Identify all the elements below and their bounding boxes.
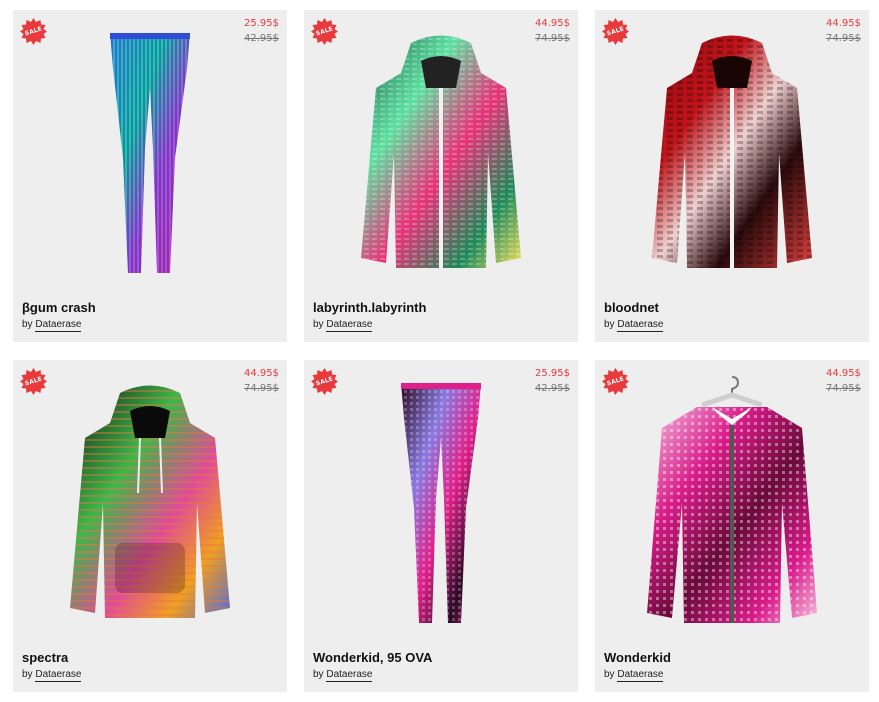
leggings-icon (110, 32, 190, 273)
sale-badge: SALE (311, 368, 338, 395)
sale-price: 25.95$ (244, 18, 279, 29)
original-price: 74.95$ (826, 383, 861, 394)
sale-price: 44.95$ (826, 18, 861, 29)
price-block: 25.95$ 42.95$ (244, 16, 279, 46)
price-block: 25.95$ 42.95$ (535, 366, 570, 396)
product-image[interactable] (595, 370, 869, 635)
product-grid: SALE 25.95$ 42.95$ βgum crash by Dataera… (13, 10, 869, 692)
product-card[interactable]: SALE 25.95$ 42.95$ Wonderkid, 95 OVA by … (304, 360, 578, 692)
product-image[interactable] (304, 20, 578, 285)
product-title[interactable]: spectra (22, 650, 68, 665)
sale-badge: SALE (20, 368, 47, 395)
product-card[interactable]: SALE 44.95$ 74.95$ bloodnet by Dataerase (595, 10, 869, 342)
product-byline: by Dataerase (22, 319, 82, 332)
product-card[interactable]: SALE 44.95$ 74.95$ Wonderkid by Dataeras… (595, 360, 869, 692)
product-card[interactable]: SALE 25.95$ 42.95$ βgum crash by Dataera… (13, 10, 287, 342)
byline-prefix: by (313, 669, 324, 680)
price-block: 44.95$ 74.95$ (826, 366, 861, 396)
sale-price: 44.95$ (244, 368, 279, 379)
product-image[interactable] (13, 370, 287, 635)
product-image[interactable] (304, 370, 578, 635)
product-card[interactable]: SALE 44.95$ 74.95$ spectra by Dataerase (13, 360, 287, 692)
original-price: 74.95$ (535, 33, 570, 44)
byline-prefix: by (22, 319, 33, 330)
hanger-icon (731, 375, 740, 395)
bomber-jacket-icon (647, 375, 817, 623)
author-link[interactable]: Dataerase (35, 669, 82, 682)
price-block: 44.95$ 74.95$ (535, 16, 570, 46)
sale-badge: SALE (602, 18, 629, 45)
product-byline: by Dataerase (604, 669, 664, 682)
byline-prefix: by (604, 319, 615, 330)
zip-hoodie-icon (652, 35, 812, 268)
price-block: 44.95$ 74.95$ (826, 16, 861, 46)
sale-price: 44.95$ (535, 18, 570, 29)
sale-badge: SALE (311, 18, 338, 45)
original-price: 42.95$ (244, 33, 279, 44)
zip-hoodie-icon (361, 35, 521, 268)
sale-price: 25.95$ (535, 368, 570, 379)
leggings-icon (401, 382, 481, 623)
author-link[interactable]: Dataerase (35, 319, 82, 332)
product-title[interactable]: labyrinth.labyrinth (313, 300, 426, 315)
author-link[interactable]: Dataerase (617, 669, 664, 682)
product-byline: by Dataerase (313, 319, 373, 332)
pullover-hoodie-icon (70, 385, 230, 618)
byline-prefix: by (604, 669, 615, 680)
product-title[interactable]: Wonderkid, 95 OVA (313, 650, 432, 665)
product-byline: by Dataerase (313, 669, 373, 682)
sale-badge: SALE (20, 18, 47, 45)
sale-price: 44.95$ (826, 368, 861, 379)
product-title[interactable]: bloodnet (604, 300, 659, 315)
product-byline: by Dataerase (604, 319, 664, 332)
sale-badge: SALE (602, 368, 629, 395)
byline-prefix: by (313, 319, 324, 330)
byline-prefix: by (22, 669, 33, 680)
product-card[interactable]: SALE 44.95$ 74.95$ labyrinth.labyrinth b… (304, 10, 578, 342)
product-byline: by Dataerase (22, 669, 82, 682)
original-price: 74.95$ (826, 33, 861, 44)
price-block: 44.95$ 74.95$ (244, 366, 279, 396)
product-title[interactable]: βgum crash (22, 300, 96, 315)
author-link[interactable]: Dataerase (326, 669, 373, 682)
original-price: 42.95$ (535, 383, 570, 394)
product-image[interactable] (595, 20, 869, 285)
product-image[interactable] (13, 20, 287, 285)
original-price: 74.95$ (244, 383, 279, 394)
author-link[interactable]: Dataerase (617, 319, 664, 332)
author-link[interactable]: Dataerase (326, 319, 373, 332)
product-title[interactable]: Wonderkid (604, 650, 671, 665)
